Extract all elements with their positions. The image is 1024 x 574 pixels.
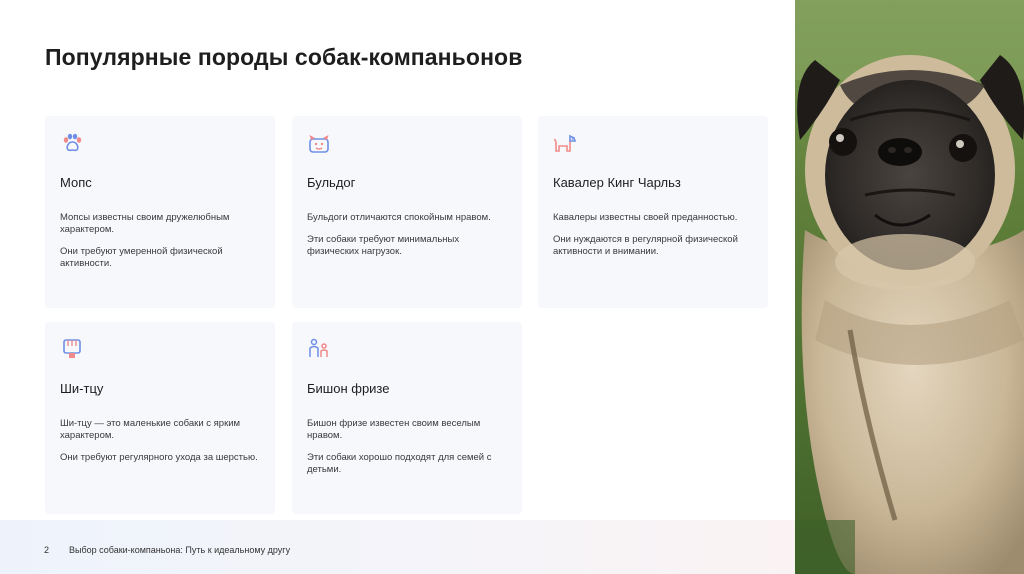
footer-text: Выбор собаки-компаньона: Путь к идеально… [69,545,291,555]
slide: Популярные породы собак-компаньонов Мопс… [0,0,1024,574]
dog-bulldog-icon [309,135,329,153]
pug-illustration [795,0,1024,574]
breed-card-pug: Мопс Мопсы известны своим дружелюбным ха… [45,116,275,308]
breed-description: Кавалеры известны своей преданностью. [553,212,738,223]
breed-care: Они требуют регулярного ухода за шерстью… [60,452,258,463]
breed-care: Они нуждаются в регулярной физической ак… [553,234,738,257]
breed-care: Они требуют умеренной физической активно… [60,246,223,269]
breed-card-cavalier: Кавалер Кинг Чарльз Кавалеры известны св… [538,116,768,308]
page-number: 2 [44,545,50,555]
grooming-icon [63,339,81,358]
breed-description: Бишон фризе известен своим веселым нраво… [307,418,481,441]
breed-name: Бульдог [307,175,356,190]
breed-card-bulldog: Бульдог Бульдоги отличаются спокойным нр… [292,116,522,308]
breed-care: Эти собаки хорошо подходят для семей с д… [307,452,492,475]
pug-photo [795,0,1024,574]
paw-icon [63,133,82,152]
breed-name: Мопс [60,175,92,190]
family-icon [309,338,328,357]
breed-name: Кавалер Кинг Чарльз [553,175,681,190]
breed-name: Ши-тцу [60,381,104,396]
breed-card-bichon: Бишон фризе Бишон фризе известен своим в… [292,322,522,514]
breed-description: Ши-тцу — это маленькие собаки с ярким ха… [60,418,241,441]
breed-description: Бульдоги отличаются спокойным нравом. [307,212,491,223]
slide-title: Популярные породы собак-компаньонов [45,44,523,70]
breed-care: Эти собаки требуют минимальных физически… [307,234,460,257]
dog-cavalier-icon [553,134,577,152]
breed-card-shih-tzu: Ши-тцу Ши-тцу — это маленькие собаки с я… [45,322,275,514]
breed-description: Мопсы известны своим дружелюбным характе… [60,212,230,235]
breed-name: Бишон фризе [307,381,390,396]
